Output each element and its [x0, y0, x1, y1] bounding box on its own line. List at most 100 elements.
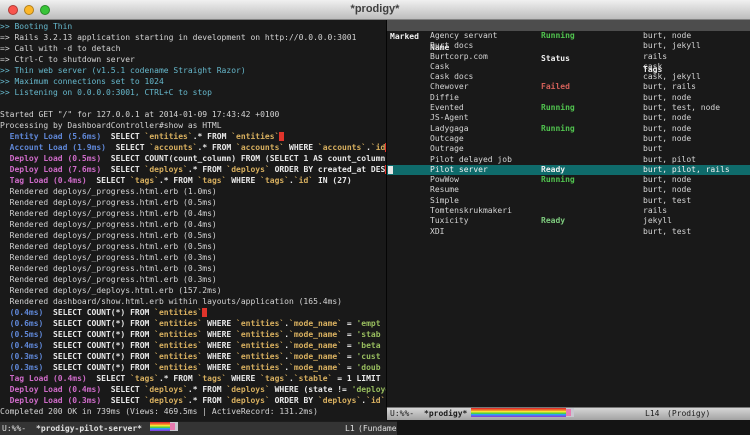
- log-text: >> Maximum connections set to 1024: [0, 77, 164, 86]
- nyan-cat-progress: [471, 408, 574, 417]
- process-name: Burt docs: [430, 41, 473, 51]
- process-row[interactable]: EventedRunningburt, test, node: [387, 103, 750, 113]
- log-text: .* FROM: [193, 132, 232, 141]
- process-row[interactable]: XDIburt, test: [387, 227, 750, 237]
- log-text: `tags`: [260, 176, 289, 185]
- log-text: `deploys`: [145, 385, 188, 394]
- log-text: SELECT: [111, 385, 145, 394]
- process-name: Chewover: [430, 82, 469, 92]
- log-text: [101, 165, 111, 174]
- process-row[interactable]: ChewoverFailedburt, rails: [387, 82, 750, 92]
- log-text: `id`: [294, 176, 313, 185]
- process-tags: burt, pilot, rails: [643, 165, 730, 175]
- log-text: `entities`: [236, 363, 284, 372]
- log-text: Rendered deploys/_deploys.html.erb (157.…: [0, 286, 222, 295]
- log-text: SELECT COUNT(*) FROM: [53, 319, 154, 328]
- process-name: Pilot server: [430, 165, 488, 175]
- log-text: (0.3ms): [10, 363, 44, 372]
- prodigy-pane[interactable]: Marked Name Status Tags Agency servantRu…: [386, 20, 750, 407]
- process-tags: burt, node: [643, 31, 691, 41]
- process-row[interactable]: Cask docscask, jekyll: [387, 72, 750, 82]
- process-row[interactable]: Agency servantRunningburt, node: [387, 31, 750, 41]
- log-line: Completed 200 OK in 739ms (Views: 469.5m…: [0, 406, 386, 417]
- modeline-buffer-name[interactable]: *prodigy-pilot-server*: [36, 422, 142, 435]
- process-tags: burt, node: [643, 93, 691, 103]
- process-row[interactable]: Outrageburt: [387, 144, 750, 154]
- process-row[interactable]: Diffieburt, node: [387, 93, 750, 103]
- modeline-major-mode[interactable]: (Fundamen: [358, 422, 397, 435]
- modeline-major-mode[interactable]: (Prodigy): [667, 408, 710, 420]
- process-tags: burt, test, node: [643, 103, 720, 113]
- process-row[interactable]: JS-Agentburt, node: [387, 113, 750, 123]
- process-row[interactable]: Pilot delayed jobburt, pilot: [387, 155, 750, 165]
- process-status: Running: [541, 31, 575, 41]
- log-text: `accounts`: [236, 143, 284, 152]
- log-text: (0.4ms): [10, 308, 44, 317]
- log-text: Rendered dashboard/show.html.erb within …: [0, 297, 342, 306]
- process-tags: burt, rails: [643, 82, 696, 92]
- log-text: SELECT: [96, 176, 130, 185]
- process-row[interactable]: Burtcorp.comrails: [387, 52, 750, 62]
- log-line: => Ctrl-C to shutdown server: [0, 54, 386, 65]
- process-row[interactable]: PowWowRunningburt, node: [387, 175, 750, 185]
- process-tags: jekyll: [643, 216, 672, 226]
- process-name: Evented: [430, 103, 464, 113]
- log-text: `entities`: [145, 132, 193, 141]
- close-button[interactable]: [8, 5, 18, 15]
- process-row[interactable]: TuxicityReadyjekyll: [387, 216, 750, 226]
- log-text: Rendered deploys/_progress.html.erb (0.5…: [0, 198, 217, 207]
- nyan-cat-icon: [566, 408, 574, 417]
- log-text: SELECT COUNT(count_column) FROM (SELECT …: [111, 154, 386, 163]
- process-row[interactable]: Tomtenskrukmakerirails: [387, 206, 750, 216]
- process-status: Ready: [541, 216, 565, 226]
- log-line: [0, 98, 386, 109]
- process-name: Cask docs: [430, 72, 473, 82]
- log-text: Account Load (1.9ms): [10, 143, 106, 152]
- log-text: [0, 396, 10, 405]
- process-row[interactable]: Simpleburt, test: [387, 196, 750, 206]
- zoom-button[interactable]: [40, 5, 50, 15]
- titlebar: *prodigy*: [0, 0, 750, 20]
- log-text: [43, 352, 53, 361]
- process-name: Outcage: [430, 134, 464, 144]
- process-row[interactable]: Caskcask: [387, 62, 750, 72]
- log-line: >> Maximum connections set to 1024: [0, 76, 386, 87]
- log-line: (0.4ms) SELECT COUNT(*) FROM `entities`: [0, 307, 386, 318]
- log-text: [43, 308, 53, 317]
- process-tags: burt, test: [643, 227, 691, 237]
- log-text: `entities`: [236, 352, 284, 361]
- log-line: (0.3ms) SELECT COUNT(*) FROM `entities` …: [0, 351, 386, 362]
- log-text: SELECT: [111, 132, 145, 141]
- log-text: =: [342, 363, 356, 372]
- nyan-cat-progress: [150, 422, 178, 431]
- log-text: `deploys`: [226, 396, 269, 405]
- server-log-pane[interactable]: >> Booting Thin=> Rails 3.2.13 applicati…: [0, 20, 386, 421]
- process-name: Ladygaga: [430, 124, 469, 134]
- log-text: [101, 396, 111, 405]
- log-text: .* FROM: [159, 374, 198, 383]
- log-text: `tags`: [130, 176, 159, 185]
- log-line: Rendered deploys/_progress.html.erb (0.5…: [0, 230, 386, 241]
- process-row[interactable]: Burt docs burt, jekyll: [387, 41, 750, 51]
- log-line: => Rails 3.2.13 application starting in …: [0, 32, 386, 43]
- process-tags: burt, jekyll: [643, 41, 701, 51]
- log-text: IN (27): [313, 176, 352, 185]
- log-text: Rendered deploys/_progress.html.erb (0.4…: [0, 209, 217, 218]
- log-text: Rendered deploys/_progress.html.erb (0.5…: [0, 242, 217, 251]
- modeline-buffer-name[interactable]: *prodigy*: [424, 408, 467, 420]
- process-row[interactable]: Pilot serverReadyburt, pilot, rails: [387, 165, 750, 175]
- process-row[interactable]: Resumeburt, node: [387, 185, 750, 195]
- log-line: (0.6ms) SELECT COUNT(*) FROM `entities` …: [0, 318, 386, 329]
- log-text: WHERE: [226, 374, 260, 383]
- log-text: WHERE: [202, 341, 236, 350]
- log-text: .* FROM: [198, 143, 237, 152]
- process-tags: burt: [643, 144, 662, 154]
- log-text: [106, 143, 116, 152]
- log-text: SELECT COUNT(*) FROM: [53, 352, 154, 361]
- process-row[interactable]: LadygagaRunningburt, node: [387, 124, 750, 134]
- log-text: Deploy Load (0.4ms): [10, 385, 102, 394]
- process-row[interactable]: Outcageburt, node: [387, 134, 750, 144]
- log-text: `entities`: [154, 308, 202, 317]
- log-text: [101, 132, 111, 141]
- minimize-button[interactable]: [24, 5, 34, 15]
